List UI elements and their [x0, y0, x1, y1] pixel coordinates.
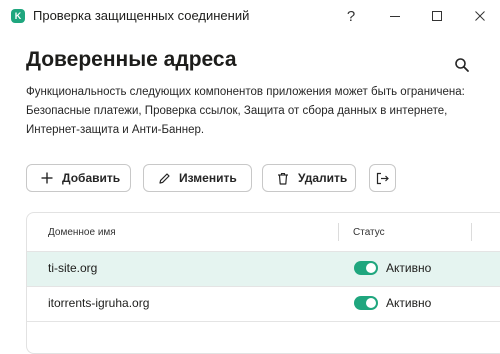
table-row[interactable]: ti-site.org Активно [27, 252, 500, 287]
delete-button-label: Удалить [298, 171, 348, 185]
app-logo: K [11, 9, 25, 23]
status-toggle[interactable] [354, 261, 378, 275]
edit-button[interactable]: Изменить [143, 164, 252, 192]
maximize-button[interactable] [422, 4, 452, 28]
add-button-label: Добавить [62, 171, 121, 185]
title-bar: K Проверка защищенных соединений ? [0, 0, 500, 32]
column-divider[interactable] [338, 223, 339, 241]
close-button[interactable] [465, 4, 495, 28]
minimize-icon [390, 16, 400, 17]
column-header-domain[interactable]: Доменное имя [48, 227, 116, 238]
status-cell: Активно [386, 261, 432, 275]
status-cell: Активно [386, 296, 432, 310]
domain-cell: itorrents-igruha.org [48, 296, 150, 310]
domain-cell: ti-site.org [48, 261, 98, 275]
table-row[interactable]: itorrents-igruha.org Активно [27, 287, 500, 322]
help-button[interactable]: ? [336, 4, 366, 28]
minimize-button[interactable] [380, 4, 410, 28]
search-button[interactable] [454, 57, 474, 77]
edit-button-label: Изменить [179, 171, 237, 185]
close-icon [475, 11, 485, 21]
maximize-icon [432, 11, 442, 21]
export-button[interactable] [369, 164, 396, 192]
page-description: Функциональность следующих компонентов п… [26, 86, 465, 136]
pencil-icon [158, 171, 172, 185]
trusted-addresses-table: Доменное имя Статус ti-site.org Активно … [26, 212, 500, 354]
export-icon [376, 172, 389, 184]
column-header-status[interactable]: Статус [353, 227, 385, 238]
trash-icon [277, 171, 291, 185]
search-icon [455, 58, 469, 72]
plus-icon [41, 171, 55, 185]
table-header: Доменное имя Статус [27, 213, 500, 252]
window-title: Проверка защищенных соединений [33, 8, 250, 23]
column-divider[interactable] [471, 223, 472, 241]
status-toggle[interactable] [354, 296, 378, 310]
add-button[interactable]: Добавить [26, 164, 131, 192]
delete-button[interactable]: Удалить [262, 164, 356, 192]
page-title: Доверенные адреса [26, 48, 237, 71]
